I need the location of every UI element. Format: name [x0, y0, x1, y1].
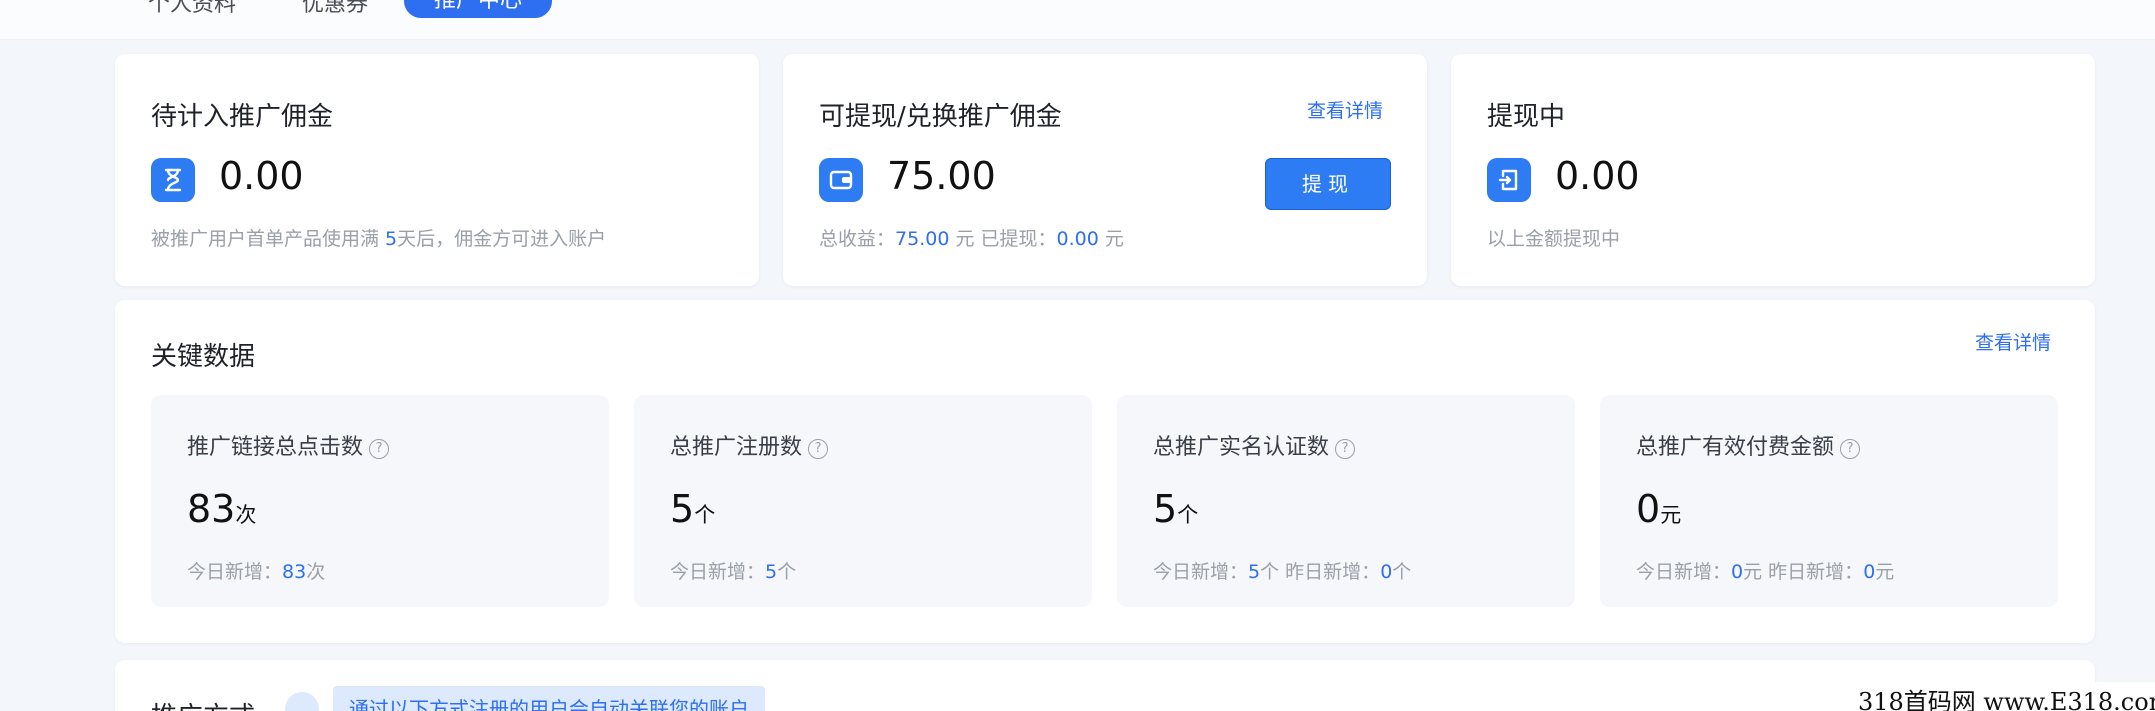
earnings-summary: 总收益：75.00 元 已提现：0.00 元	[819, 224, 1124, 251]
key-data-view-details-link[interactable]: 查看详情	[1975, 328, 2051, 355]
today-value: 83	[282, 561, 307, 583]
hourglass-icon	[151, 158, 195, 202]
help-icon[interactable]: ?	[1335, 439, 1356, 459]
note-prefix: 被推广用户首单产品使用满	[151, 228, 386, 250]
today-label: 今日新增：	[187, 561, 283, 583]
pending-commission-card: 待计入推广佣金 0.00 被推广用户首单产品使用满 5天后，佣金方可进入账户	[115, 54, 759, 286]
today-value: 5	[1248, 561, 1261, 583]
stat-number: 0	[1636, 487, 1661, 531]
stat-label-text: 推广链接总点击数	[187, 435, 364, 460]
note-days: 5	[385, 228, 398, 250]
stat-today: 今日新增：5个	[670, 557, 796, 584]
today-unit: 次	[306, 561, 326, 583]
stat-registrations: 总推广注册数? 5个 今日新增：5个	[634, 395, 1092, 607]
today-label: 今日新增：	[1636, 561, 1732, 583]
stat-value: 0元	[1636, 487, 1681, 531]
stat-number: 5	[1153, 487, 1178, 531]
stat-label: 推广链接总点击数?	[187, 429, 390, 461]
help-icon[interactable]: ?	[1840, 439, 1861, 459]
promotion-method-section: 推广方式 通过以下方式注册的用户会自动关联您的账户	[115, 660, 2095, 711]
stat-today: 今日新增：5个 昨日新增：0个	[1153, 557, 1411, 584]
lightbulb-icon	[285, 692, 319, 711]
stat-unit: 次	[235, 503, 257, 527]
stat-unit: 个	[694, 503, 716, 527]
tab-coupon[interactable]: 优惠券	[302, 0, 368, 18]
stat-verifications: 总推广实名认证数? 5个 今日新增：5个 昨日新增：0个	[1117, 395, 1575, 607]
watermark: 318首码网 www.E318.com	[1852, 682, 2155, 711]
stat-label-text: 总推广注册数	[670, 435, 803, 460]
yesterday-unit: 个	[1392, 561, 1412, 583]
pending-commission-amount: 0.00	[219, 154, 304, 198]
today-unit: 元	[1743, 561, 1763, 583]
promotion-method-title: 推广方式	[151, 696, 255, 711]
today-value: 0	[1731, 561, 1744, 583]
stat-label: 总推广实名认证数?	[1153, 429, 1356, 461]
stat-today: 今日新增：83次	[187, 557, 325, 584]
today-unit: 个	[1260, 561, 1280, 583]
tab-promotion-center[interactable]: 推广中心	[404, 0, 552, 18]
currency-unit: 元	[1098, 228, 1124, 250]
tab-profile[interactable]: 个人资料	[148, 0, 236, 18]
help-icon[interactable]: ?	[369, 439, 390, 459]
note-suffix: 天后，佣金方可进入账户	[397, 228, 607, 250]
available-commission-amount: 75.00	[887, 154, 996, 198]
stat-unit: 个	[1177, 503, 1199, 527]
total-earnings-label: 总收益：	[819, 228, 896, 250]
withdrawn-value: 0.00	[1056, 228, 1099, 250]
stat-value: 83次	[187, 487, 256, 531]
withdraw-icon	[1487, 158, 1531, 202]
today-value: 5	[765, 561, 778, 583]
withdrawing-card: 提现中 0.00 以上金额提现中	[1451, 54, 2095, 286]
yesterday-value: 0	[1863, 561, 1876, 583]
stat-value: 5个	[1153, 487, 1198, 531]
stat-unit: 元	[1660, 503, 1682, 527]
stat-today: 今日新增：0元 昨日新增：0元	[1636, 557, 1894, 584]
yesterday-unit: 元	[1875, 561, 1895, 583]
today-label: 今日新增：	[1153, 561, 1249, 583]
stat-label: 总推广注册数?	[670, 429, 829, 461]
stat-number: 5	[670, 487, 695, 531]
withdrawing-note: 以上金额提现中	[1487, 228, 1621, 250]
withdrawing-amount: 0.00	[1555, 154, 1640, 198]
stat-link-clicks: 推广链接总点击数? 83次 今日新增：83次	[151, 395, 609, 607]
stat-label: 总推广有效付费金额?	[1636, 429, 1861, 461]
stat-value: 5个	[670, 487, 715, 531]
total-earnings-value: 75.00	[895, 228, 950, 250]
available-view-details-link[interactable]: 查看详情	[1307, 96, 1383, 123]
withdrawn-label: 已提现：	[980, 228, 1057, 250]
withdrawing-title: 提现中	[1487, 102, 1566, 132]
top-tab-bar: 个人资料 优惠券 推广中心	[0, 0, 2155, 40]
stat-label-text: 总推广实名认证数	[1153, 435, 1330, 460]
stat-payments: 总推广有效付费金额? 0元 今日新增：0元 昨日新增：0元	[1600, 395, 2058, 607]
key-data-section: 关键数据 查看详情 推广链接总点击数? 83次 今日新增：83次 总推广注册数?…	[115, 300, 2095, 643]
wallet-icon	[819, 158, 863, 202]
yesterday-value: 0	[1380, 561, 1393, 583]
key-data-title: 关键数据	[151, 342, 256, 372]
promotion-tip: 通过以下方式注册的用户会自动关联您的账户	[333, 686, 765, 711]
pending-commission-title: 待计入推广佣金	[151, 102, 334, 132]
available-commission-title: 可提现/兑换推广佣金	[819, 102, 1062, 132]
currency-unit: 元	[949, 228, 981, 250]
today-label: 今日新增：	[670, 561, 766, 583]
yesterday-label: 昨日新增：	[1285, 561, 1381, 583]
available-commission-card: 可提现/兑换推广佣金 查看详情 75.00 提现 总收益：75.00 元 已提现…	[783, 54, 1427, 286]
yesterday-label: 昨日新增：	[1768, 561, 1864, 583]
withdraw-button[interactable]: 提现	[1265, 158, 1391, 210]
pending-commission-note: 被推广用户首单产品使用满 5天后，佣金方可进入账户	[151, 224, 606, 251]
stat-label-text: 总推广有效付费金额	[1636, 435, 1835, 460]
today-unit: 个	[777, 561, 797, 583]
help-icon[interactable]: ?	[808, 439, 829, 459]
stat-number: 83	[187, 487, 236, 531]
